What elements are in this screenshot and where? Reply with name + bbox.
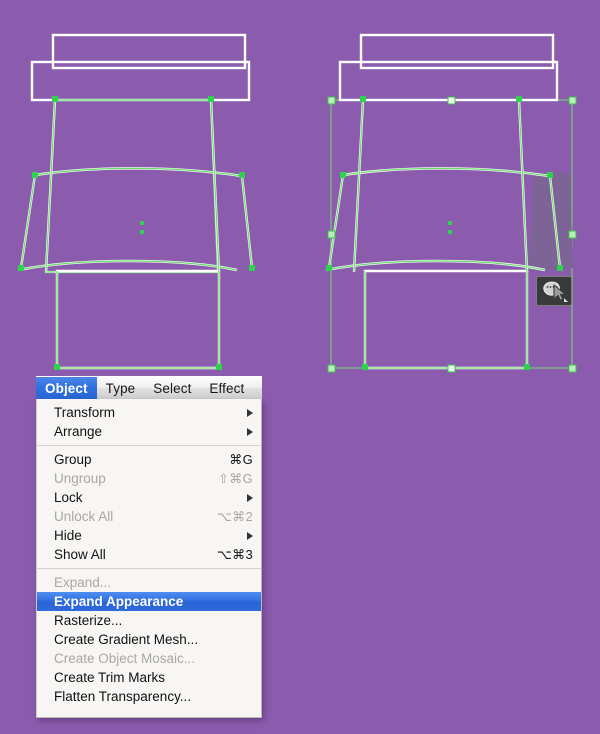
menu-item-label: Create Gradient Mesh...: [54, 632, 199, 647]
menu-item-unlock-all: Unlock All ⌥⌘2: [37, 507, 261, 526]
menu-item-group[interactable]: Group ⌘G: [37, 450, 261, 469]
center-point: [140, 230, 144, 234]
handle-bottom-left[interactable]: [327, 364, 336, 373]
handle-top-right[interactable]: [568, 96, 577, 105]
menu-item-label: Transform: [54, 405, 116, 420]
menu-item-expand: Expand...: [37, 573, 261, 592]
anchor-point: [239, 172, 245, 178]
menu-item-flatten-transparency[interactable]: Flatten Transparency...: [37, 687, 261, 706]
menu-item-create-gradient-mesh[interactable]: Create Gradient Mesh...: [37, 630, 261, 649]
menu-item-shortcut: ⇧⌘G: [218, 470, 253, 486]
chevron-right-icon: [247, 408, 253, 417]
anchor-point: [208, 96, 214, 102]
anchor-point: [54, 364, 60, 370]
anchor-point: [216, 364, 222, 370]
torso-left-edge-green: [45, 99, 56, 273]
anchor-point: [326, 265, 332, 271]
menu-separator: [37, 445, 261, 446]
menu-item-label: Flatten Transparency...: [54, 689, 192, 704]
menu-item-shortcut: ⌥⌘2: [216, 508, 253, 524]
anchor-point: [18, 265, 24, 271]
handle-middle-left[interactable]: [327, 230, 336, 239]
menu-item-create-trim-marks[interactable]: Create Trim Marks: [37, 668, 261, 687]
anchor-point: [360, 96, 366, 102]
anchor-point: [362, 364, 368, 370]
handle-bottom-center[interactable]: [447, 364, 456, 373]
center-point: [448, 230, 452, 234]
menubar-item-effect[interactable]: Effect: [200, 377, 253, 399]
anchor-point: [340, 172, 346, 178]
torso-right-edge-green: [210, 99, 220, 273]
anchor-point: [52, 96, 58, 102]
handle-top-center[interactable]: [447, 96, 456, 105]
skirt-path: [363, 269, 529, 370]
right-sleeve-path-green: [241, 175, 253, 269]
handle-top-left[interactable]: [327, 96, 336, 105]
handle-bottom-right[interactable]: [568, 364, 577, 373]
menu-item-label: Hide: [54, 528, 82, 543]
menu-item-shortcut: ⌘G: [229, 451, 253, 467]
chevron-right-icon: [247, 493, 253, 502]
skirt-path-green: [364, 271, 528, 369]
menu-item-label: Expand Appearance: [54, 594, 184, 609]
menu-item-label: Arrange: [54, 424, 103, 439]
menu-item-show-all[interactable]: Show All ⌥⌘3: [37, 545, 261, 564]
menu-bar[interactable]: Object Type Select Effect: [36, 376, 262, 399]
center-point: [140, 221, 144, 225]
anchor-point: [557, 265, 563, 271]
menubar-item-select[interactable]: Select: [144, 377, 200, 399]
menu-item-label: Group: [54, 452, 92, 467]
anchor-point: [516, 96, 522, 102]
handle-middle-right[interactable]: [568, 230, 577, 239]
illustrator-canvas: Object Type Select Effect Transform Arrange G…: [0, 0, 600, 734]
anchor-point: [32, 172, 38, 178]
corner-triangle-icon: [564, 298, 568, 302]
menu-item-label: Rasterize...: [54, 613, 123, 628]
menu-item-label: Lock: [54, 490, 83, 505]
menu-item-expand-appearance[interactable]: Expand Appearance: [37, 592, 261, 611]
skirt-path-green: [56, 271, 220, 369]
center-point: [448, 221, 452, 225]
menu-item-transform[interactable]: Transform: [37, 403, 261, 422]
menu-item-label: Create Object Mosaic...: [54, 651, 196, 666]
left-figure[interactable]: [17, 33, 255, 370]
menubar-item-object[interactable]: Object: [36, 377, 97, 399]
live-paint-selection-tool-cursor: [536, 276, 572, 306]
menu-separator: [37, 568, 261, 569]
menu-item-label: Create Trim Marks: [54, 670, 166, 685]
torso-left-edge-green: [353, 99, 364, 273]
chevron-right-icon: [247, 531, 253, 540]
menu-item-rasterize[interactable]: Rasterize...: [37, 611, 261, 630]
menu-item-label: Expand...: [54, 575, 112, 590]
menu-item-label: Unlock All: [54, 509, 114, 524]
anchor-point: [524, 364, 530, 370]
torso-right-edge-green: [518, 99, 528, 273]
menu-item-hide[interactable]: Hide: [37, 526, 261, 545]
menu-item-ungroup: Ungroup ⇧⌘G: [37, 469, 261, 488]
menu-item-lock[interactable]: Lock: [37, 488, 261, 507]
menu-item-create-object-mosaic: Create Object Mosaic...: [37, 649, 261, 668]
chevron-right-icon: [247, 427, 253, 436]
menubar-item-type[interactable]: Type: [97, 377, 145, 399]
left-sleeve-path-green: [20, 174, 36, 269]
menu-item-shortcut: ⌥⌘3: [216, 546, 253, 562]
menu-item-label: Show All: [54, 547, 106, 562]
anchor-point: [547, 172, 553, 178]
menu-item-arrange[interactable]: Arrange: [37, 422, 261, 441]
torso-path: [44, 98, 220, 274]
menu-item-label: Ungroup: [54, 471, 106, 486]
object-menu-dropdown[interactable]: Transform Arrange Group ⌘G Ungroup ⇧⌘G Lock Unl…: [36, 399, 262, 718]
right-figure[interactable]: [325, 33, 577, 373]
anchor-point: [249, 265, 255, 271]
live-paint-bucket-icon: [543, 281, 568, 302]
skirt-path: [55, 269, 221, 370]
